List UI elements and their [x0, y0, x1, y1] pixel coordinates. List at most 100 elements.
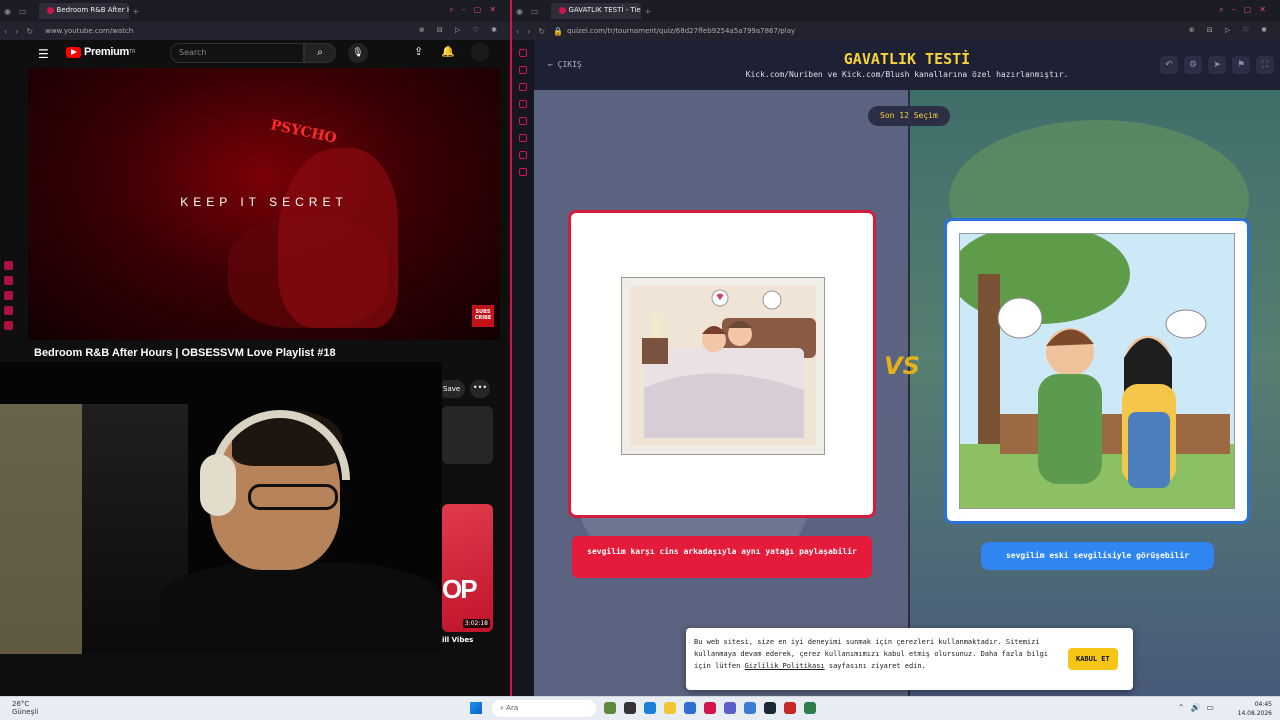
new-tab-icon[interactable]: + [133, 7, 140, 16]
youtube-masthead: ☰ Premium TR Search ⌕ 🎙 ⇪ 🔔 [0, 40, 510, 66]
description-panel[interactable] [442, 406, 493, 464]
sidebar-icon[interactable] [519, 134, 527, 142]
right-tab-bar: ◉ ▭ GAVATLIK TESTİ - Tier List + ⌕–▢✕ [512, 0, 1280, 22]
tab-menu-icon[interactable]: ▭ [19, 7, 27, 16]
start-button-icon[interactable] [470, 702, 482, 714]
youtube-logo[interactable]: Premium TR [66, 46, 136, 58]
fullscreen-icon[interactable]: ⛶ [1256, 56, 1274, 74]
tab-youtube[interactable]: Bedroom R&B After Hou× [38, 3, 129, 19]
sidebar-icon[interactable] [519, 83, 527, 91]
task-view-icon[interactable] [624, 702, 636, 714]
reload-icon[interactable]: ↻ [538, 27, 545, 36]
report-flag-icon[interactable]: ⚑ [1232, 56, 1250, 74]
left-tab-bar: ◉ ▭ Bedroom R&B After Hou× + ⌕–▢✕ [0, 0, 510, 22]
search-icon: ⌕ [317, 47, 323, 58]
taskbar-search-label: Ara [506, 704, 519, 712]
hamburger-menu-icon[interactable]: ☰ [38, 47, 49, 61]
sidebar-icon[interactable] [4, 306, 13, 315]
avatar[interactable] [471, 43, 489, 61]
system-tray-icons[interactable]: ⌃🔊▭ [1178, 703, 1220, 712]
option-label-right[interactable]: sevgilim eski sevgilisiyle görüşebilir [981, 542, 1214, 570]
opera-gx-icon[interactable] [704, 702, 716, 714]
forward-icon[interactable]: › [527, 27, 530, 36]
privacy-policy-link[interactable]: Gizlilik Politikası [745, 662, 825, 670]
opera-icon[interactable]: ◉ [4, 7, 11, 16]
settings-icon[interactable]: ⚙ [1184, 56, 1202, 74]
taskbar-app-icon[interactable] [784, 702, 796, 714]
taskbar-app-icon[interactable] [744, 702, 756, 714]
more-actions-button[interactable]: ••• [470, 380, 490, 398]
taskbar-app-icon[interactable] [684, 702, 696, 714]
youtube-brand: Premium [84, 46, 129, 58]
search-button[interactable]: ⌕ [304, 43, 336, 63]
new-tab-icon[interactable]: + [645, 7, 652, 16]
window-controls[interactable]: ⌕–▢✕ [449, 5, 504, 15]
file-explorer-icon[interactable] [664, 702, 676, 714]
notifications-bell-icon[interactable]: 🔔 [441, 45, 455, 58]
youtube-play-icon [66, 46, 81, 58]
sidebar-icon[interactable] [4, 321, 13, 330]
sidebar-icon[interactable] [519, 100, 527, 108]
related-video-thumbnail[interactable]: OP 3:02:18 [442, 504, 493, 632]
left-browser-window: ◉ ▭ Bedroom R&B After Hou× + ⌕–▢✕ ‹ › ↻ … [0, 0, 512, 696]
accept-cookies-button[interactable]: KABUL ET [1068, 648, 1118, 670]
sidebar-icon[interactable] [519, 151, 527, 159]
clock[interactable]: 04:45 14.08.2026 [1238, 700, 1272, 718]
sidebar-icon[interactable] [519, 168, 527, 176]
undo-icon[interactable]: ↶ [1160, 56, 1178, 74]
background-wall [0, 404, 82, 654]
sidebar-icon[interactable] [519, 49, 527, 57]
sidebar-icon[interactable] [4, 291, 13, 300]
steam-icon[interactable] [764, 702, 776, 714]
tab-menu-icon[interactable]: ▭ [531, 7, 539, 16]
window-controls[interactable]: ⌕–▢✕ [1219, 5, 1274, 15]
sidebar-icon[interactable] [519, 117, 527, 125]
quiz-favicon-icon [558, 6, 566, 14]
couple-in-bed-illustration [630, 286, 816, 446]
tab-quiz[interactable]: GAVATLIK TESTİ - Tier List [550, 3, 641, 19]
voice-search-icon[interactable]: 🎙 [348, 43, 368, 63]
addressbar-actions-icon[interactable]: ⊕ ⊟ ▷ ♡ ✱ [1189, 26, 1272, 34]
subscribe-watermark[interactable]: SUBS CRIBE [472, 305, 494, 327]
temperature: 26°C [12, 700, 30, 708]
sidebar-icon[interactable] [4, 276, 13, 285]
taskbar-app-icon[interactable] [804, 702, 816, 714]
lock-icon: 🔒 [553, 26, 564, 36]
back-icon[interactable]: ‹ [4, 27, 7, 36]
share-icon[interactable]: ➤ [1208, 56, 1226, 74]
option-image-left [621, 277, 825, 455]
stage-divider [908, 90, 910, 696]
url-field[interactable]: www.youtube.com/watch [45, 27, 133, 35]
save-button[interactable]: Save [438, 380, 466, 398]
option-label-left[interactable]: sevgilim karşı cins arkadaşıyla aynı yat… [572, 536, 872, 578]
sidebar-icon[interactable] [519, 66, 527, 74]
edge-icon[interactable] [644, 702, 656, 714]
back-icon[interactable]: ‹ [516, 27, 519, 36]
region-code: TR [128, 49, 136, 55]
option-card-right[interactable] [944, 218, 1250, 524]
weather-widget[interactable]: 26°C Güneşli [12, 700, 38, 716]
teams-icon[interactable] [724, 702, 736, 714]
related-video-title[interactable]: ill Vibes [442, 636, 473, 644]
search-input[interactable]: Search [170, 43, 304, 63]
addressbar-actions-icon[interactable]: ⊕ ⊟ ▷ ♡ ✱ [419, 26, 502, 34]
taskbar-search[interactable]: ⌕ Ara [492, 700, 596, 717]
time: 04:45 [1254, 701, 1272, 708]
cookie-message: Bu web sitesi, size en iyi deneyimi sunm… [694, 636, 1059, 672]
reload-icon[interactable]: ↻ [26, 27, 33, 36]
glasses [248, 484, 338, 510]
option-card-left[interactable] [568, 210, 876, 518]
taskbar-app-icon[interactable] [604, 702, 616, 714]
opera-sidebar [512, 40, 534, 696]
right-browser-window: ◉ ▭ GAVATLIK TESTİ - Tier List + ⌕–▢✕ ‹ … [512, 0, 1280, 696]
thumbnail-text: OP [442, 574, 478, 604]
opera-icon[interactable]: ◉ [516, 7, 523, 16]
upload-icon[interactable]: ⇪ [414, 45, 423, 58]
video-overlay-text: KEEP IT SECRET [180, 195, 348, 209]
video-player[interactable]: PSYCHO KEEP IT SECRET SUBS CRIBE [28, 68, 500, 340]
cookie-text-part: sayfasını ziyaret edin. [824, 662, 926, 670]
sidebar-icon[interactable] [4, 261, 13, 270]
forward-icon[interactable]: › [15, 27, 18, 36]
couple-on-bench-illustration [950, 224, 1234, 508]
url-field[interactable]: quizei.com/tr/tournament/quiz/68d27ffeb9… [567, 27, 795, 35]
